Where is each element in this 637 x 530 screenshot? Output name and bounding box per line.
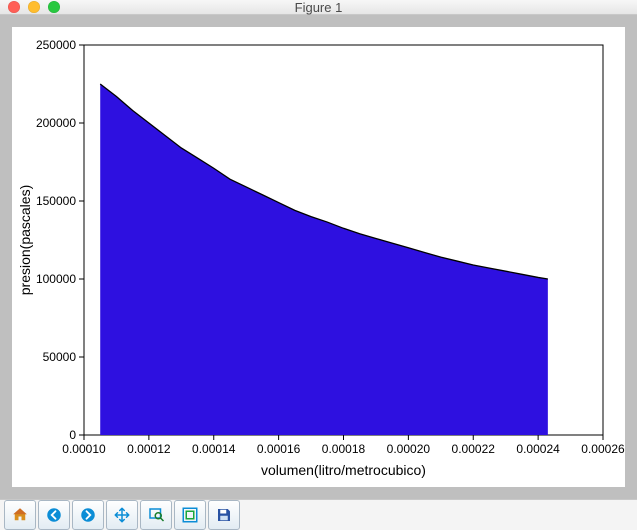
forward-button[interactable] bbox=[72, 500, 104, 530]
subplots-button[interactable] bbox=[174, 500, 206, 530]
save-button[interactable] bbox=[208, 500, 240, 530]
x-tick-label: 0.00014 bbox=[192, 442, 236, 456]
save-icon bbox=[215, 506, 233, 524]
y-tick-label: 100000 bbox=[36, 272, 76, 286]
home-button[interactable] bbox=[4, 500, 36, 530]
plot-box: 0.00010 0.00012 0.00014 0.00016 0.00018 0.000… bbox=[12, 27, 625, 487]
y-tick-label: 250000 bbox=[36, 38, 76, 52]
titlebar: Figure 1 bbox=[0, 0, 637, 15]
x-tick-label: 0.00018 bbox=[322, 442, 366, 456]
x-tick-label: 0.00012 bbox=[127, 442, 171, 456]
figure-canvas-area: 0.00010 0.00012 0.00014 0.00016 0.00018 0.000… bbox=[0, 15, 637, 499]
pan-icon bbox=[113, 506, 131, 524]
y-tick-label: 150000 bbox=[36, 194, 76, 208]
x-tick-label: 0.00016 bbox=[257, 442, 301, 456]
zoom-button[interactable] bbox=[140, 500, 172, 530]
x-tick-label: 0.00010 bbox=[62, 442, 106, 456]
subplots-icon bbox=[181, 506, 199, 524]
x-tick-label: 0.00022 bbox=[452, 442, 496, 456]
y-tick-label: 50000 bbox=[43, 350, 77, 364]
y-tick-label: 0 bbox=[69, 428, 76, 442]
x-tick-label: 0.00026 bbox=[581, 442, 625, 456]
x-axis-label: volumen(litro/metrocubico) bbox=[261, 462, 426, 478]
x-tick-label: 0.00020 bbox=[387, 442, 431, 456]
back-button[interactable] bbox=[38, 500, 70, 530]
pan-button[interactable] bbox=[106, 500, 138, 530]
x-tick-label: 0.00024 bbox=[516, 442, 560, 456]
home-icon bbox=[11, 506, 29, 524]
plot-svg: 0.00010 0.00012 0.00014 0.00016 0.00018 0.000… bbox=[12, 27, 625, 487]
window-title: Figure 1 bbox=[0, 0, 637, 15]
back-icon bbox=[45, 506, 63, 524]
zoom-icon bbox=[147, 506, 165, 524]
y-axis-label: presion(pascales) bbox=[17, 185, 33, 296]
forward-icon bbox=[79, 506, 97, 524]
nav-toolbar bbox=[0, 499, 637, 530]
y-tick-label: 200000 bbox=[36, 116, 76, 130]
